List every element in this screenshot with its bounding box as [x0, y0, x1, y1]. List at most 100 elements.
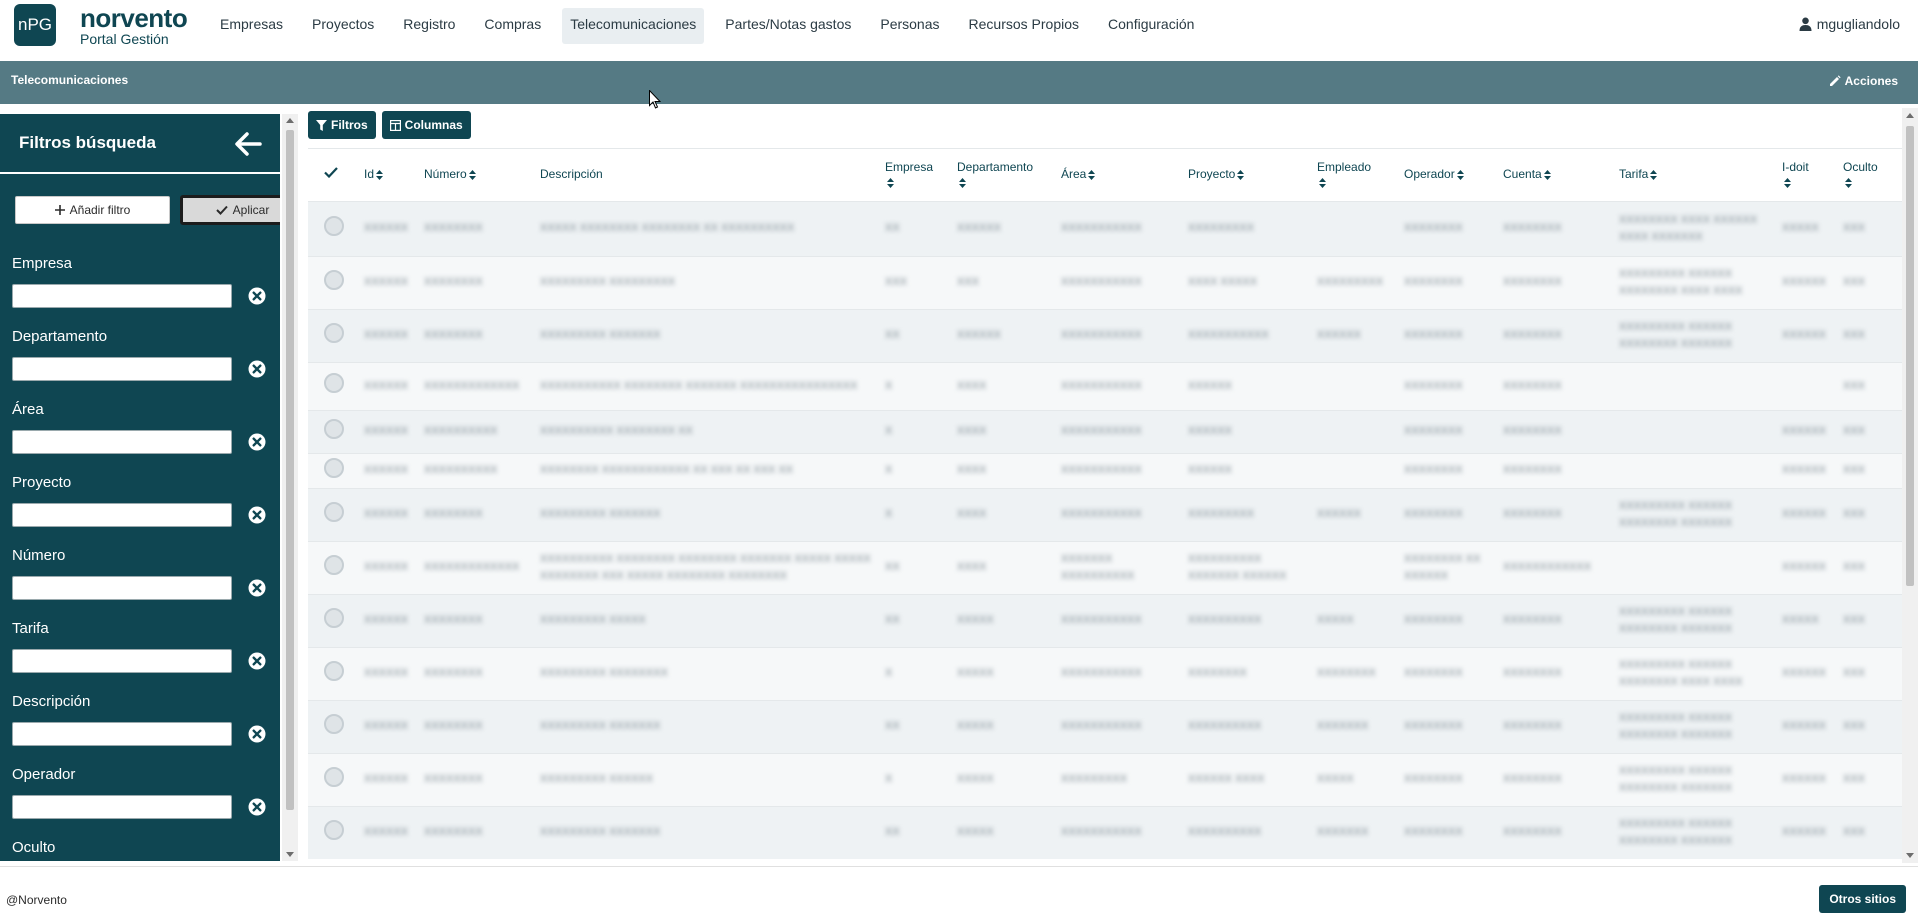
row-select-cell[interactable]: [308, 453, 360, 488]
circle-x-icon[interactable]: [248, 798, 266, 816]
column-header-cuenta[interactable]: Cuenta: [1499, 149, 1615, 201]
column-header-id[interactable]: Id: [360, 149, 420, 201]
sort-icon[interactable]: [959, 177, 966, 188]
row-checkbox[interactable]: [324, 373, 344, 393]
nav-item-empresas[interactable]: Empresas: [212, 8, 291, 44]
table-row[interactable]: XXXXXX XXXXXXXXXXXXX XXXXXXXXXXX XXXXXXXX …: [308, 362, 1902, 410]
scroll-down-arrow[interactable]: [1906, 853, 1914, 858]
column-header-empresa[interactable]: Empresa: [881, 149, 953, 201]
row-select-cell[interactable]: [308, 700, 360, 753]
circle-x-icon[interactable]: [248, 725, 266, 743]
sort-icon[interactable]: [1543, 170, 1551, 181]
brand[interactable]: norvento Portal Gestión: [80, 5, 188, 47]
nav-item-compras[interactable]: Compras: [476, 8, 549, 44]
sort-icon[interactable]: [1237, 170, 1245, 181]
apply-button[interactable]: Aplicar: [180, 195, 280, 225]
table-row[interactable]: XXXXXX XXXXXXXXXX XXXXXXXXXX XXXXXXXX XX X X…: [308, 410, 1902, 453]
table-row[interactable]: XXXXXXXXXXXXXXXXXXXXXXX XXXXXXXXXXXXXXXX…: [308, 488, 1902, 541]
column-header-proyecto[interactable]: Proyecto: [1184, 149, 1313, 201]
circle-x-icon[interactable]: [248, 287, 266, 305]
table-row[interactable]: XXXXXXXXXXXXXXXXXXXXXXX XXXXXXXXXXXXXXXX…: [308, 594, 1902, 647]
circle-x-icon[interactable]: [248, 360, 266, 378]
sort-icon[interactable]: [887, 177, 894, 188]
sort-icon[interactable]: [1456, 170, 1464, 181]
scroll-down-arrow[interactable]: [286, 852, 294, 857]
circle-x-icon[interactable]: [248, 506, 266, 524]
row-select-cell[interactable]: [308, 806, 360, 859]
table-scrollbar[interactable]: [1902, 108, 1918, 863]
scroll-up-arrow[interactable]: [1906, 113, 1914, 118]
table-row[interactable]: XXXXXXXXXXXXXXXXXXXXXXX XXXXXXXXXXXXXXXX…: [308, 700, 1902, 753]
select-all-header[interactable]: [308, 149, 360, 201]
sort-icon[interactable]: [1650, 170, 1658, 181]
row-checkbox[interactable]: [324, 819, 344, 840]
sort-icon[interactable]: [376, 170, 384, 181]
row-select-cell[interactable]: [308, 488, 360, 541]
filters-button[interactable]: Filtros: [308, 111, 376, 139]
row-select-cell[interactable]: [308, 647, 360, 700]
filter-empresa-input[interactable]: [12, 284, 232, 308]
sort-icon[interactable]: [1319, 177, 1326, 188]
row-select-cell[interactable]: [308, 256, 360, 309]
nav-item-telecomunicaciones[interactable]: Telecomunicaciones: [562, 8, 705, 44]
column-header-departamento[interactable]: Departamento: [953, 149, 1057, 201]
filter-area-input[interactable]: [12, 430, 232, 454]
circle-x-icon[interactable]: [248, 433, 266, 451]
filter-operador-input[interactable]: [12, 795, 232, 819]
circle-x-icon[interactable]: [248, 579, 266, 597]
row-checkbox[interactable]: [324, 554, 344, 575]
row-checkbox[interactable]: [324, 501, 344, 522]
row-select-cell[interactable]: [308, 362, 360, 410]
row-select-cell[interactable]: [308, 753, 360, 806]
filter-departamento-input[interactable]: [12, 357, 232, 381]
row-checkbox[interactable]: [324, 457, 344, 478]
column-header-numero[interactable]: Número: [420, 149, 536, 201]
nav-item-configuraci-n[interactable]: Configuración: [1100, 8, 1202, 44]
row-checkbox[interactable]: [324, 215, 344, 236]
actions-button[interactable]: Acciones: [1829, 74, 1898, 88]
row-select-cell[interactable]: [308, 309, 360, 362]
circle-x-icon[interactable]: [248, 652, 266, 670]
row-select-cell[interactable]: [308, 541, 360, 594]
column-header-area[interactable]: Área: [1057, 149, 1184, 201]
sort-icon[interactable]: [468, 170, 476, 181]
filter-proyecto-input[interactable]: [12, 503, 232, 527]
row-select-cell[interactable]: [308, 201, 360, 256]
table-row[interactable]: XXXXXX XXXXXXXX XXXXX XXXXXXXX XXXXXXXX XX…: [308, 201, 1902, 256]
nav-item-registro[interactable]: Registro: [395, 8, 463, 44]
table-row[interactable]: XXXXXXXXXXXXXXXXXXXXXXX XXXXXXXXXXXXXXXX…: [308, 753, 1902, 806]
other-sites-button[interactable]: Otros sitios: [1819, 885, 1906, 913]
row-select-cell[interactable]: [308, 410, 360, 453]
logo[interactable]: nPG: [14, 4, 56, 46]
table-row[interactable]: XXXXXXXXXXXXXXXXXXXXXXX XXXXXXXXXXXXXXXX…: [308, 309, 1902, 362]
column-header-tarifa[interactable]: Tarifa: [1615, 149, 1778, 201]
nav-item-proyectos[interactable]: Proyectos: [304, 8, 382, 44]
table-row[interactable]: XXXXXXXXXXXXXXXXXXXXXXX XXXXXXXXXXXXXXXX…: [308, 256, 1902, 309]
filter-numero-input[interactable]: [12, 576, 232, 600]
sort-icon[interactable]: [1088, 170, 1096, 181]
column-header-operador[interactable]: Operador: [1400, 149, 1499, 201]
row-checkbox[interactable]: [324, 418, 344, 439]
add-filter-button[interactable]: Añadir filtro: [15, 196, 170, 224]
nav-item-personas[interactable]: Personas: [872, 8, 947, 44]
table-row[interactable]: XXXXXXXXXXXXXXXXXXXXXXX XXXXXXXXXXXXXXXX…: [308, 806, 1902, 859]
user-menu[interactable]: mgugliandolo: [1799, 16, 1900, 32]
row-checkbox[interactable]: [324, 766, 344, 787]
columns-button[interactable]: Columnas: [381, 111, 471, 139]
row-checkbox[interactable]: [324, 322, 344, 343]
table-row[interactable]: XXXXXX XXXXXXXXXXXXX XXXXXXXXXX XXXXXXXX X…: [308, 541, 1902, 594]
sidebar-scrollbar[interactable]: [282, 114, 298, 861]
column-header-empleado[interactable]: Empleado: [1313, 149, 1400, 201]
column-header-oculto[interactable]: Oculto: [1839, 149, 1902, 201]
scroll-up-arrow[interactable]: [286, 118, 294, 123]
row-checkbox[interactable]: [324, 269, 344, 290]
nav-item-partes-notas-gastos[interactable]: Partes/Notas gastos: [717, 8, 859, 44]
sort-icon[interactable]: [1784, 177, 1791, 188]
arrow-left-icon[interactable]: [234, 131, 262, 157]
sort-icon[interactable]: [1845, 177, 1852, 188]
filter-tarifa-input[interactable]: [12, 649, 232, 673]
row-checkbox[interactable]: [324, 660, 344, 681]
row-checkbox[interactable]: [324, 607, 344, 628]
check-icon[interactable]: [324, 167, 338, 179]
row-select-cell[interactable]: [308, 594, 360, 647]
